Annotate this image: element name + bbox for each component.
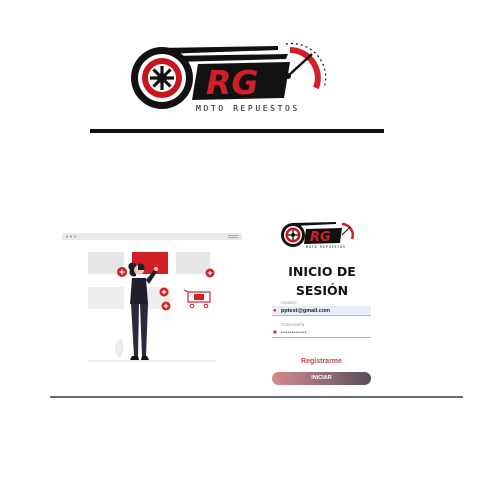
login-title-line1: INICIO DE [288, 264, 356, 279]
header-divider [90, 129, 384, 133]
form-logo-initials: RG [310, 230, 331, 245]
user-input[interactable]: ● pptest@gmail.com [272, 306, 371, 316]
password-field: Contraseña ■ •••••••••••• [272, 322, 371, 338]
illustration [62, 233, 242, 362]
user-icon: ● [273, 308, 277, 314]
lock-icon: ■ [273, 330, 277, 336]
footer-divider [50, 396, 463, 398]
user-input-value: pptest@gmail.com [281, 308, 331, 314]
brand-initials: RG [206, 63, 259, 102]
login-title-line2: SESIÓN [295, 283, 349, 298]
brand-logo: RG MOTO REPUESTOS [131, 42, 327, 113]
form-logo: RG MOTO REPUESTOS [281, 222, 354, 249]
form-logo-tagline: MOTO REPUESTOS [306, 245, 346, 249]
person-figure [128, 262, 158, 360]
user-field: Usuario ● pptest@gmail.com [272, 300, 371, 316]
password-input-value: •••••••••••• [281, 330, 307, 336]
password-input[interactable]: ■ •••••••••••• [272, 328, 371, 338]
speedometer-icon [285, 42, 327, 90]
login-title: INICIO DE SESIÓN [276, 262, 368, 300]
tire-icon [131, 47, 193, 109]
brand-tagline: MOTO REPUESTOS [196, 104, 300, 113]
login-button[interactable]: INICIAR [272, 372, 371, 385]
shopping-cart-icon [183, 289, 211, 309]
register-link[interactable]: Registrarme [272, 358, 371, 365]
